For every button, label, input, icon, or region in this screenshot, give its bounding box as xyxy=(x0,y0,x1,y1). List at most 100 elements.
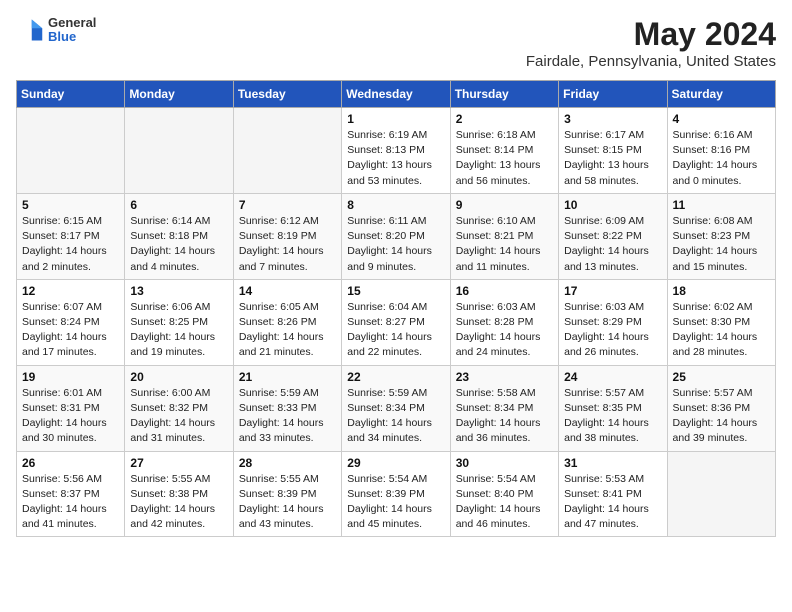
logo-icon xyxy=(16,16,44,44)
day-number: 5 xyxy=(22,198,119,212)
day-info: Sunrise: 6:08 AMSunset: 8:23 PMDaylight:… xyxy=(673,214,770,275)
col-header-wednesday: Wednesday xyxy=(342,81,450,108)
day-info: Sunrise: 6:10 AMSunset: 8:21 PMDaylight:… xyxy=(456,214,553,275)
day-number: 20 xyxy=(130,370,227,384)
day-cell: 3 Sunrise: 6:17 AMSunset: 8:15 PMDaylight… xyxy=(559,108,667,194)
col-header-saturday: Saturday xyxy=(667,81,775,108)
week-row-1: 5 Sunrise: 6:15 AMSunset: 8:17 PMDaylight… xyxy=(17,193,776,279)
day-cell: 6Sunrise: 6:14 AMSunset: 8:18 PMDaylight… xyxy=(125,193,233,279)
day-cell: 25 Sunrise: 5:57 AMSunset: 8:36 PMDayligh… xyxy=(667,365,775,451)
day-info: Sunrise: 6:03 AMSunset: 8:29 PMDaylight:… xyxy=(564,300,661,361)
day-info: Sunrise: 6:16 AMSunset: 8:16 PMDaylight:… xyxy=(673,128,770,189)
day-cell: 24 Sunrise: 5:57 AMSunset: 8:35 PMDayligh… xyxy=(559,365,667,451)
day-info: Sunrise: 6:07 AMSunset: 8:24 PMDaylight:… xyxy=(22,300,119,361)
day-number: 23 xyxy=(456,370,553,384)
page-header: General Blue May 2024 Fairdale, Pennsylv… xyxy=(16,16,776,70)
day-cell: 10 Sunrise: 6:09 AMSunset: 8:22 PMDayligh… xyxy=(559,193,667,279)
title-block: May 2024 Fairdale, Pennsylvania, United … xyxy=(526,16,776,70)
day-cell: 12 Sunrise: 6:07 AMSunset: 8:24 PMDayligh… xyxy=(17,279,125,365)
day-info: Sunrise: 5:55 AMSunset: 8:38 PMDaylight:… xyxy=(130,472,227,533)
day-cell: 21Sunrise: 5:59 AMSunset: 8:33 PMDayligh… xyxy=(233,365,341,451)
logo-blue: Blue xyxy=(48,30,96,44)
day-number: 12 xyxy=(22,284,119,298)
col-header-friday: Friday xyxy=(559,81,667,108)
day-number: 31 xyxy=(564,456,661,470)
day-number: 1 xyxy=(347,112,444,126)
day-cell: 28 Sunrise: 5:55 AMSunset: 8:39 PMDayligh… xyxy=(233,451,341,537)
day-cell: 14Sunrise: 6:05 AMSunset: 8:26 PMDayligh… xyxy=(233,279,341,365)
day-number: 22 xyxy=(347,370,444,384)
day-cell: 15 Sunrise: 6:04 AMSunset: 8:27 PMDayligh… xyxy=(342,279,450,365)
day-number: 18 xyxy=(673,284,770,298)
day-number: 4 xyxy=(673,112,770,126)
day-cell: 23 Sunrise: 5:58 AMSunset: 8:34 PMDayligh… xyxy=(450,365,558,451)
day-info: Sunrise: 6:02 AMSunset: 8:30 PMDaylight:… xyxy=(673,300,770,361)
day-info: Sunrise: 5:59 AMSunset: 8:34 PMDaylight:… xyxy=(347,386,444,447)
day-info: Sunrise: 5:57 AMSunset: 8:36 PMDaylight:… xyxy=(673,386,770,447)
day-info: Sunrise: 6:15 AMSunset: 8:17 PMDaylight:… xyxy=(22,214,119,275)
day-info: Sunrise: 6:17 AMSunset: 8:15 PMDaylight:… xyxy=(564,128,661,189)
day-number: 8 xyxy=(347,198,444,212)
day-cell: 9Sunrise: 6:10 AMSunset: 8:21 PMDaylight… xyxy=(450,193,558,279)
day-number: 19 xyxy=(22,370,119,384)
day-number: 10 xyxy=(564,198,661,212)
logo-general: General xyxy=(48,16,96,30)
day-number: 6 xyxy=(130,198,227,212)
day-info: Sunrise: 5:56 AMSunset: 8:37 PMDaylight:… xyxy=(22,472,119,533)
day-cell: 30Sunrise: 5:54 AMSunset: 8:40 PMDayligh… xyxy=(450,451,558,537)
day-cell: 13 Sunrise: 6:06 AMSunset: 8:25 PMDayligh… xyxy=(125,279,233,365)
day-cell xyxy=(667,451,775,537)
col-header-monday: Monday xyxy=(125,81,233,108)
day-cell: 4 Sunrise: 6:16 AMSunset: 8:16 PMDaylight… xyxy=(667,108,775,194)
week-row-4: 26Sunrise: 5:56 AMSunset: 8:37 PMDayligh… xyxy=(17,451,776,537)
day-info: Sunrise: 5:59 AMSunset: 8:33 PMDaylight:… xyxy=(239,386,336,447)
day-cell: 29 Sunrise: 5:54 AMSunset: 8:39 PMDayligh… xyxy=(342,451,450,537)
day-number: 15 xyxy=(347,284,444,298)
day-info: Sunrise: 5:55 AMSunset: 8:39 PMDaylight:… xyxy=(239,472,336,533)
day-cell: 16Sunrise: 6:03 AMSunset: 8:28 PMDayligh… xyxy=(450,279,558,365)
day-cell: 19Sunrise: 6:01 AMSunset: 8:31 PMDayligh… xyxy=(17,365,125,451)
col-header-thursday: Thursday xyxy=(450,81,558,108)
day-cell: 18 Sunrise: 6:02 AMSunset: 8:30 PMDayligh… xyxy=(667,279,775,365)
day-cell: 17Sunrise: 6:03 AMSunset: 8:29 PMDayligh… xyxy=(559,279,667,365)
day-info: Sunrise: 6:18 AMSunset: 8:14 PMDaylight:… xyxy=(456,128,553,189)
day-number: 25 xyxy=(673,370,770,384)
day-cell: 1 Sunrise: 6:19 AMSunset: 8:13 PMDaylight… xyxy=(342,108,450,194)
day-info: Sunrise: 6:09 AMSunset: 8:22 PMDaylight:… xyxy=(564,214,661,275)
logo-text: General Blue xyxy=(48,16,96,45)
day-cell: 8 Sunrise: 6:11 AMSunset: 8:20 PMDaylight… xyxy=(342,193,450,279)
calendar-table: SundayMondayTuesdayWednesdayThursdayFrid… xyxy=(16,80,776,537)
week-row-0: 1 Sunrise: 6:19 AMSunset: 8:13 PMDaylight… xyxy=(17,108,776,194)
week-row-2: 12 Sunrise: 6:07 AMSunset: 8:24 PMDayligh… xyxy=(17,279,776,365)
col-header-tuesday: Tuesday xyxy=(233,81,341,108)
day-cell xyxy=(233,108,341,194)
day-number: 14 xyxy=(239,284,336,298)
day-info: Sunrise: 5:58 AMSunset: 8:34 PMDaylight:… xyxy=(456,386,553,447)
day-number: 28 xyxy=(239,456,336,470)
day-number: 24 xyxy=(564,370,661,384)
day-info: Sunrise: 5:57 AMSunset: 8:35 PMDaylight:… xyxy=(564,386,661,447)
day-number: 29 xyxy=(347,456,444,470)
day-cell: 5 Sunrise: 6:15 AMSunset: 8:17 PMDaylight… xyxy=(17,193,125,279)
day-number: 27 xyxy=(130,456,227,470)
day-cell: 26Sunrise: 5:56 AMSunset: 8:37 PMDayligh… xyxy=(17,451,125,537)
day-cell: 22 Sunrise: 5:59 AMSunset: 8:34 PMDayligh… xyxy=(342,365,450,451)
day-cell: 27 Sunrise: 5:55 AMSunset: 8:38 PMDayligh… xyxy=(125,451,233,537)
day-number: 16 xyxy=(456,284,553,298)
day-number: 3 xyxy=(564,112,661,126)
day-info: Sunrise: 6:19 AMSunset: 8:13 PMDaylight:… xyxy=(347,128,444,189)
day-info: Sunrise: 6:12 AMSunset: 8:19 PMDaylight:… xyxy=(239,214,336,275)
day-cell xyxy=(17,108,125,194)
header-row: SundayMondayTuesdayWednesdayThursdayFrid… xyxy=(17,81,776,108)
main-title: May 2024 xyxy=(526,16,776,53)
day-cell: 20Sunrise: 6:00 AMSunset: 8:32 PMDayligh… xyxy=(125,365,233,451)
day-cell: 31Sunrise: 5:53 AMSunset: 8:41 PMDayligh… xyxy=(559,451,667,537)
week-row-3: 19Sunrise: 6:01 AMSunset: 8:31 PMDayligh… xyxy=(17,365,776,451)
day-info: Sunrise: 6:11 AMSunset: 8:20 PMDaylight:… xyxy=(347,214,444,275)
day-info: Sunrise: 5:54 AMSunset: 8:39 PMDaylight:… xyxy=(347,472,444,533)
day-number: 30 xyxy=(456,456,553,470)
day-info: Sunrise: 6:06 AMSunset: 8:25 PMDaylight:… xyxy=(130,300,227,361)
subtitle: Fairdale, Pennsylvania, United States xyxy=(526,53,776,70)
day-info: Sunrise: 6:04 AMSunset: 8:27 PMDaylight:… xyxy=(347,300,444,361)
day-number: 13 xyxy=(130,284,227,298)
